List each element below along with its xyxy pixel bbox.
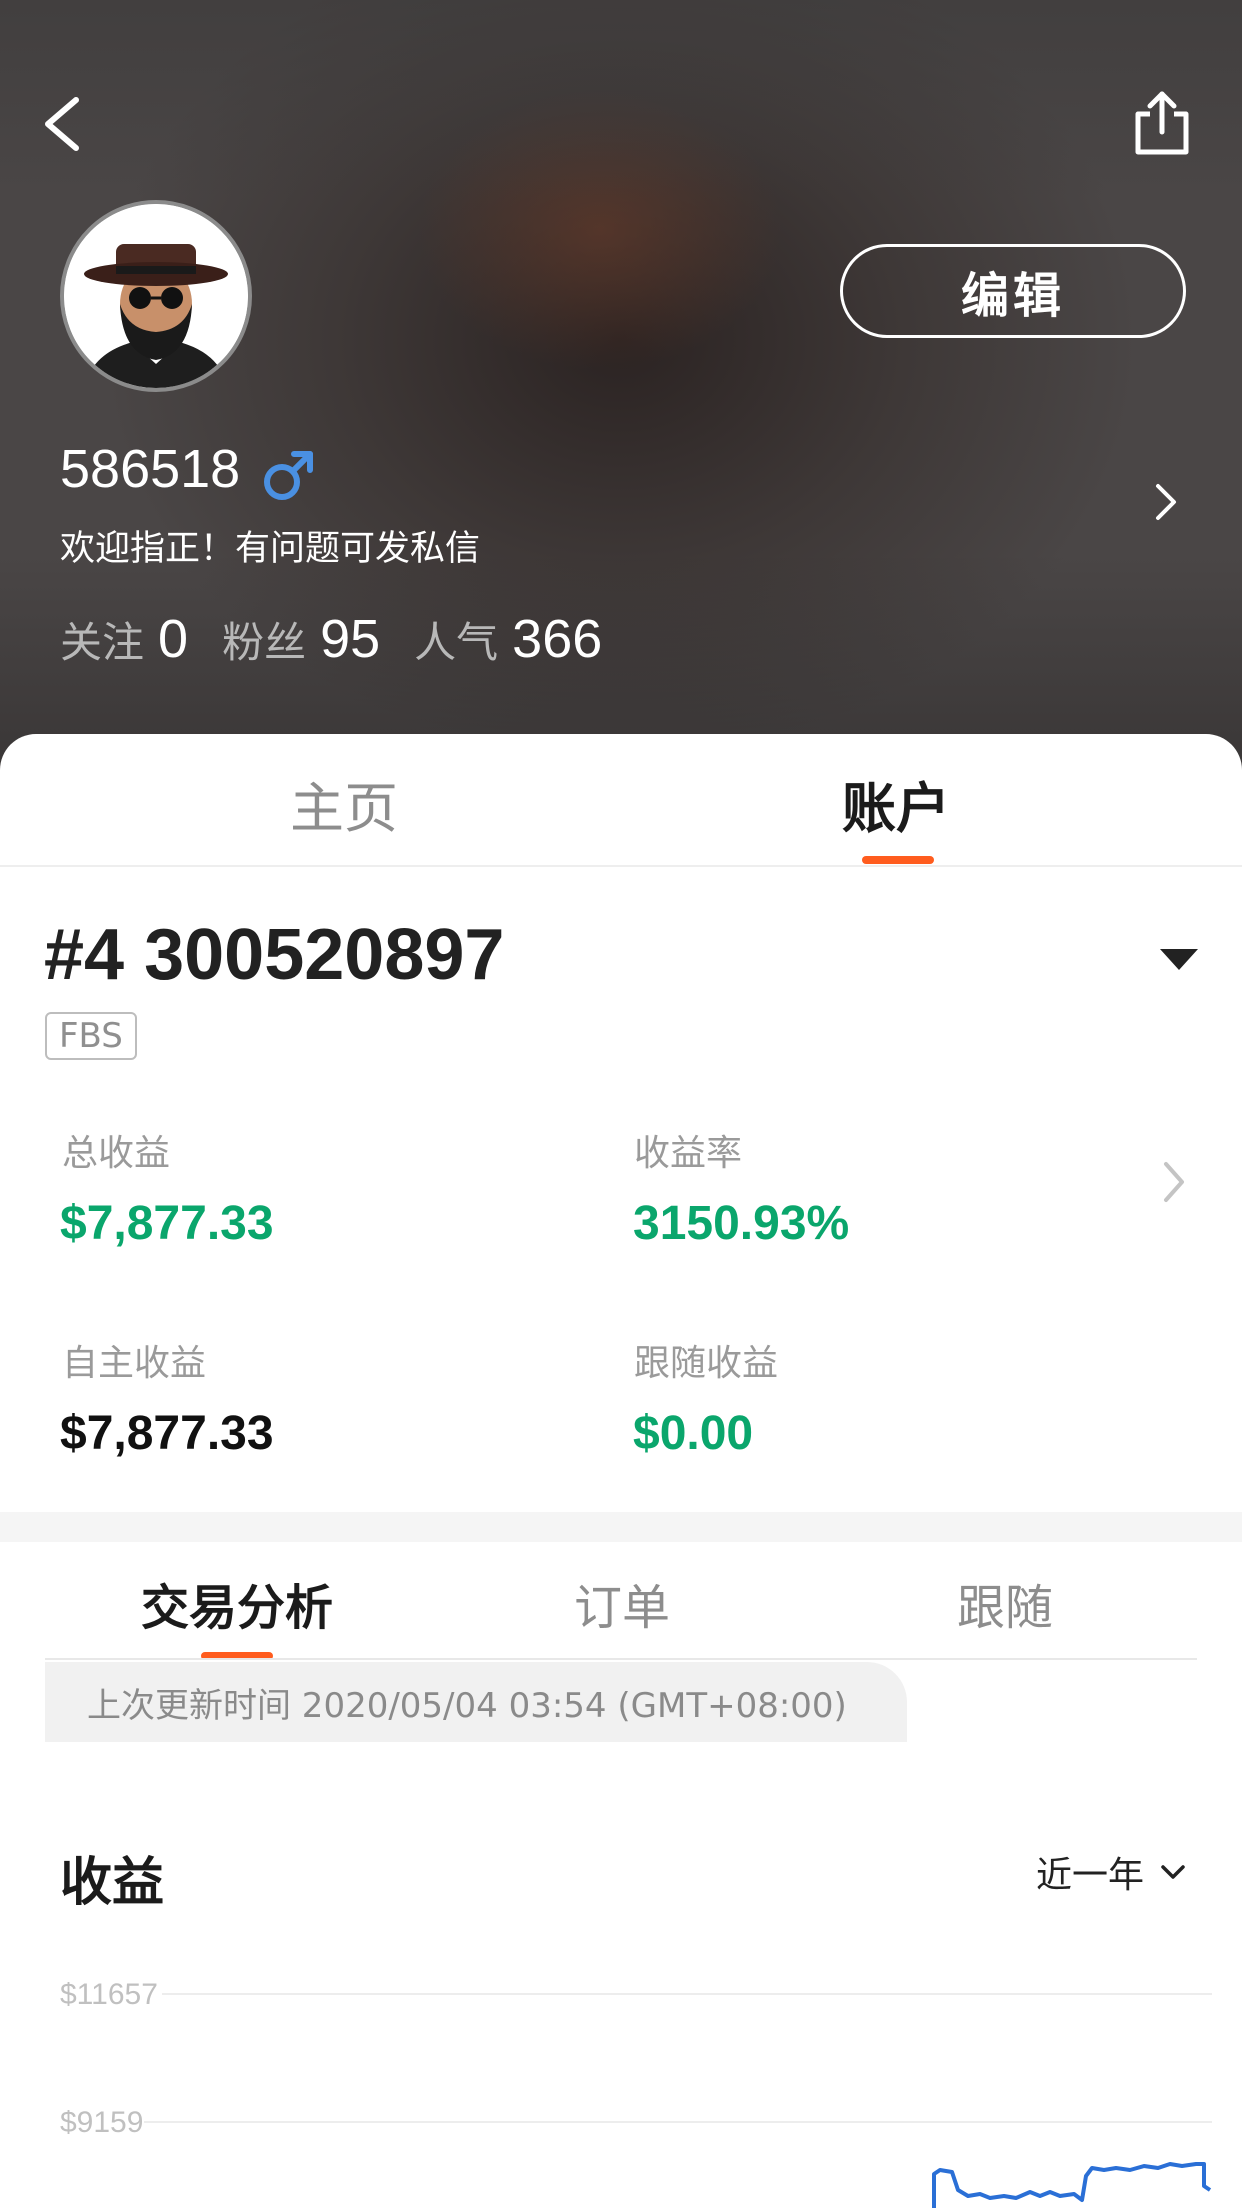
tab-trade-analysis[interactable]: 交易分析 (141, 1568, 333, 1638)
following-label[interactable]: 关注 (60, 609, 144, 670)
chart-title: 收益 (60, 1853, 165, 1913)
back-icon[interactable] (36, 88, 92, 160)
last-update-text: 上次更新时间 2020/05/04 03:54 (GMT+08:00) (87, 1685, 847, 1726)
y-tick-label: $11657 (60, 1978, 158, 2011)
chevron-down-icon[interactable] (1160, 1863, 1186, 1881)
followers-label[interactable]: 粉丝 (222, 609, 306, 670)
popularity-count: 366 (512, 609, 603, 669)
time-range-value[interactable]: 近一年 (1036, 1846, 1144, 1898)
follow-profit-value: $0.00 (633, 1407, 754, 1460)
return-rate-label: 收益率 (634, 1133, 743, 1174)
tab-follow[interactable]: 跟随 (957, 1568, 1053, 1638)
profile-stats: 关注 0 粉丝 95 人气 366 (60, 608, 636, 670)
avatar-image (64, 204, 248, 388)
total-profit-value: $7,877.33 (60, 1197, 274, 1250)
avatar[interactable] (60, 200, 252, 392)
male-icon (264, 451, 313, 500)
tab-account[interactable]: 账户 (842, 764, 950, 843)
section-separator (0, 1512, 1242, 1542)
chevron-right-icon[interactable] (1152, 480, 1180, 524)
account-number: #4 300520897 (44, 915, 505, 995)
tab-home[interactable]: 主页 (290, 764, 398, 843)
edit-profile-button[interactable]: 编辑 (840, 244, 1186, 338)
profit-chart: $11657 $9159 (60, 1978, 1212, 2208)
share-icon[interactable] (1128, 88, 1196, 160)
following-count[interactable]: 0 (158, 608, 188, 670)
chevron-right-icon[interactable] (1160, 1158, 1188, 1206)
own-profit-value: $7,877.33 (60, 1407, 274, 1460)
return-rate-value: 3150.93% (633, 1197, 850, 1250)
tab-active-indicator (862, 856, 934, 864)
own-profit-label: 自主收益 (62, 1343, 207, 1384)
username: 586518 (60, 439, 241, 499)
profile-bio: 欢迎指正！有问题可发私信 (60, 529, 481, 569)
sub-tab-divider (45, 1658, 1197, 1660)
tab-orders[interactable]: 订单 (574, 1568, 670, 1638)
profile-header: 编辑 586518 欢迎指正！有问题可发私信 关注 0 粉丝 95 人气 366 (0, 0, 1242, 790)
total-profit-label: 总收益 (62, 1133, 171, 1174)
time-range-select[interactable]: 近一年 (1036, 1846, 1186, 1898)
follow-profit-label: 跟随收益 (634, 1343, 779, 1384)
y-tick-label: $9159 (60, 2106, 143, 2139)
header-background (0, 0, 1242, 790)
dropdown-triangle-icon[interactable] (1158, 946, 1200, 972)
series-line (932, 2162, 1212, 2208)
broker-badge: FBS (45, 1012, 137, 1060)
tab-divider (0, 865, 1242, 867)
followers-count[interactable]: 95 (320, 608, 380, 670)
last-update-banner: 上次更新时间 2020/05/04 03:54 (GMT+08:00) (45, 1662, 907, 1742)
popularity-label: 人气 (414, 618, 499, 667)
